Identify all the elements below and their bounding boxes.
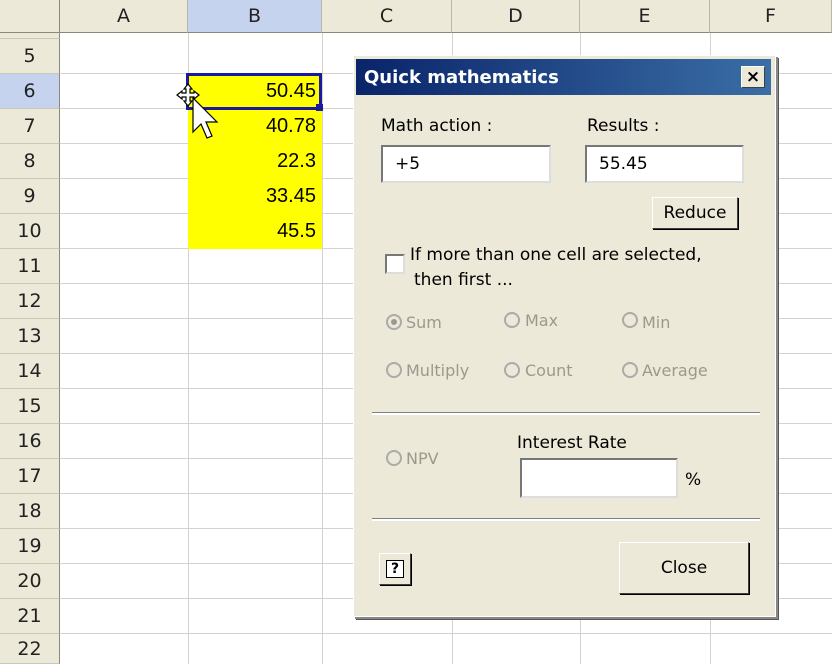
row-header-10[interactable]: 10 (0, 214, 60, 249)
fill-handle[interactable] (316, 104, 323, 111)
multi-cell-text-line2: then first ... (414, 270, 513, 290)
close-button[interactable]: Close (619, 542, 749, 594)
reduce-button[interactable]: Reduce (652, 197, 738, 229)
gridline (322, 33, 323, 664)
radio-average[interactable] (622, 362, 638, 378)
dialog-titlebar[interactable]: Quick mathematics × (356, 59, 771, 95)
percent-sign: % (685, 470, 702, 490)
cell-b8[interactable]: 22.3 (188, 144, 322, 179)
radio-multiply[interactable] (386, 362, 402, 378)
row-header-7[interactable]: 7 (0, 109, 60, 144)
row-header-18[interactable]: 18 (0, 494, 60, 529)
cell-b10[interactable]: 45.5 (188, 214, 322, 249)
mouse-cursor-icon (176, 83, 219, 139)
column-header-a[interactable]: A (60, 0, 188, 33)
row-header-20[interactable]: 20 (0, 564, 60, 599)
radio-max-label: Max (525, 311, 559, 330)
gridline (60, 633, 832, 634)
column-header-d[interactable]: D (452, 0, 580, 33)
radio-count-label: Count (525, 361, 573, 380)
math-action-input[interactable]: +5 (381, 145, 551, 183)
radio-min[interactable] (622, 312, 638, 328)
interest-rate-input[interactable] (520, 458, 678, 498)
quick-mathematics-dialog: Quick mathematics × Math action : Result… (353, 55, 776, 617)
column-header-c[interactable]: C (322, 0, 452, 33)
radio-npv-label: NPV (406, 449, 439, 468)
multi-cell-checkbox[interactable] (385, 254, 405, 274)
multi-cell-text-line1: If more than one cell are selected, (410, 245, 702, 265)
cell-b9[interactable]: 33.45 (188, 179, 322, 214)
row-header-12[interactable]: 12 (0, 284, 60, 319)
radio-count[interactable] (504, 362, 520, 378)
help-button[interactable]: ? (379, 553, 411, 585)
results-field[interactable]: 55.45 (585, 145, 744, 183)
interest-rate-label: Interest Rate (517, 433, 627, 453)
radio-min-label: Min (642, 313, 671, 332)
row-header-22[interactable]: 22 (0, 634, 60, 664)
row-header-8[interactable]: 8 (0, 144, 60, 179)
column-header-f[interactable]: F (710, 0, 832, 33)
radio-multiply-label: Multiply (406, 361, 470, 380)
row-header-6[interactable]: 6 (0, 74, 60, 109)
radio-sum-label: Sum (406, 313, 442, 332)
row-header-19[interactable]: 19 (0, 529, 60, 564)
radio-npv[interactable] (386, 450, 402, 466)
row-header-21[interactable]: 21 (0, 599, 60, 634)
dialog-title: Quick mathematics (364, 66, 559, 88)
select-all-corner[interactable] (0, 0, 60, 33)
help-icon: ? (385, 560, 405, 578)
separator-2 (372, 518, 760, 521)
column-header-e[interactable]: E (580, 0, 710, 33)
math-action-label: Math action : (381, 116, 493, 136)
row-header-16[interactable]: 16 (0, 424, 60, 459)
row-header-17[interactable]: 17 (0, 459, 60, 494)
close-x-button[interactable]: × (741, 66, 765, 88)
row-header-partial (0, 33, 60, 39)
radio-sum[interactable] (386, 314, 402, 330)
row-header-13[interactable]: 13 (0, 319, 60, 354)
row-header-5[interactable]: 5 (0, 39, 60, 74)
row-header-9[interactable]: 9 (0, 179, 60, 214)
radio-max[interactable] (504, 312, 520, 328)
row-header-11[interactable]: 11 (0, 249, 60, 284)
row-header-15[interactable]: 15 (0, 389, 60, 424)
radio-average-label: Average (642, 361, 708, 380)
column-header-b[interactable]: B (188, 0, 322, 33)
results-label: Results : (587, 116, 660, 136)
row-header-14[interactable]: 14 (0, 354, 60, 389)
separator-1 (372, 412, 760, 415)
